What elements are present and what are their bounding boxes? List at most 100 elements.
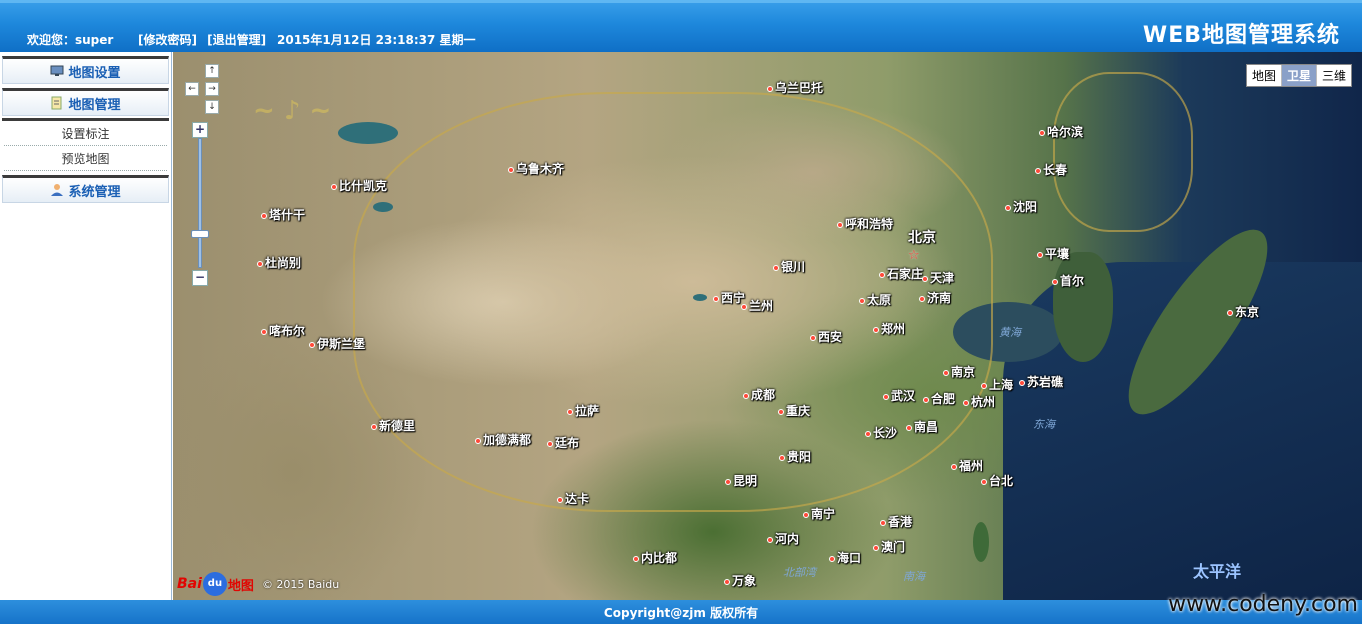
menu-system-management[interactable]: 系统管理 [2, 175, 169, 203]
header-links: [修改密码] [退出管理] [138, 31, 272, 48]
submenu-item-preview-map[interactable]: 预览地图 [4, 146, 167, 171]
city-label[interactable]: 内比都 [633, 549, 677, 566]
baidu-map-logo: Bai du 地图 © 2015 Baidu [177, 572, 339, 596]
city-label[interactable]: 杜尚别 [257, 254, 301, 271]
city-label[interactable]: 伊斯兰堡 [309, 335, 365, 352]
city-marker [261, 328, 267, 335]
map-type-3d[interactable]: 三维 [1315, 65, 1351, 86]
city-label[interactable]: 乌鲁木齐 [508, 160, 564, 177]
city-label[interactable]: 重庆 [778, 402, 810, 419]
city-marker [829, 555, 835, 562]
city-label[interactable]: 台北 [981, 472, 1013, 489]
city-label[interactable]: 平壤 [1037, 245, 1069, 262]
city-label[interactable]: 澳门 [873, 538, 905, 555]
city-label[interactable]: 太原 [859, 291, 891, 308]
menu-map-settings[interactable]: 地图设置 [2, 56, 169, 84]
city-label[interactable]: 香港 [880, 513, 912, 530]
city-marker [331, 183, 337, 190]
city-label[interactable]: 沈阳 [1005, 198, 1037, 215]
document-edit-icon [50, 96, 64, 110]
menu-map-management[interactable]: 地图管理 [2, 88, 169, 116]
city-marker [879, 271, 885, 278]
city-label[interactable]: 福州 [951, 457, 983, 474]
city-label[interactable]: 塔什干 [261, 206, 305, 223]
city-label[interactable]: 昆明 [725, 472, 757, 489]
pan-down-button[interactable]: ↓ [205, 100, 219, 114]
city-marker [557, 496, 563, 503]
capital-star-icon: ☆ [908, 248, 920, 263]
pan-up-button[interactable]: ↑ [205, 64, 219, 78]
zoom-slider-track[interactable] [198, 138, 202, 268]
capital-label[interactable]: 北京 ☆ [908, 227, 936, 263]
city-label[interactable]: 合肥 [923, 390, 955, 407]
city-label[interactable]: 长春 [1035, 161, 1067, 178]
city-marker [475, 437, 481, 444]
city-label[interactable]: 乌兰巴托 [767, 79, 823, 96]
app-title: WEB地图管理系统 [1142, 23, 1340, 48]
city-marker [1052, 278, 1058, 285]
city-marker [803, 511, 809, 518]
logout-link[interactable]: [退出管理] [207, 33, 266, 47]
city-label[interactable]: 石家庄 [879, 265, 923, 282]
welcome-text: 欢迎您：super [27, 33, 114, 47]
city-marker [1019, 379, 1025, 386]
city-label[interactable]: 南京 [943, 363, 975, 380]
city-label[interactable]: 贵阳 [779, 448, 811, 465]
city-label[interactable]: 万象 [724, 572, 756, 589]
city-label[interactable]: 比什凯克 [331, 177, 387, 194]
city-label[interactable]: 济南 [919, 289, 951, 306]
city-label[interactable]: 西安 [810, 328, 842, 345]
city-label[interactable]: 廷布 [547, 434, 579, 451]
submenu-item-set-marker[interactable]: 设置标注 [4, 121, 167, 146]
city-marker [919, 295, 925, 302]
footer-copyright: Copyright@zjm 版权所有 [603, 605, 759, 620]
city-label[interactable]: 喀布尔 [261, 322, 305, 339]
city-label[interactable]: 南昌 [906, 418, 938, 435]
city-marker [1005, 204, 1011, 211]
china-border [353, 92, 993, 512]
city-marker [1227, 309, 1233, 316]
pan-right-button[interactable]: → [205, 82, 219, 96]
city-label[interactable]: 拉萨 [567, 402, 599, 419]
city-marker [963, 399, 969, 406]
zoom-out-button[interactable]: − [192, 270, 208, 286]
city-label[interactable]: 银川 [773, 258, 805, 275]
sea-label: 黄海 [999, 326, 1021, 339]
city-label[interactable]: 海口 [829, 549, 861, 566]
city-label[interactable]: 达卡 [557, 490, 589, 507]
city-label[interactable]: 天津 [922, 269, 954, 286]
header-topline [0, 0, 1362, 3]
city-label[interactable]: 河内 [767, 530, 799, 547]
city-label[interactable]: 南宁 [803, 505, 835, 522]
city-marker [883, 393, 889, 400]
map-type-satellite[interactable]: 卫星 [1280, 65, 1316, 86]
city-label[interactable]: 呼和浩特 [837, 215, 893, 232]
map-canvas[interactable]: ~ ♪ ~ 乌兰巴托 哈尔滨 长春 沈阳 乌鲁木齐 比什凯克 塔什干 呼和浩特 … [173, 52, 1362, 600]
city-label[interactable]: 首尔 [1052, 272, 1084, 289]
map-type-normal[interactable]: 地图 [1247, 65, 1281, 86]
zoom-slider-thumb[interactable] [191, 230, 209, 238]
city-label[interactable]: 哈尔滨 [1039, 123, 1083, 140]
city-label[interactable]: 长沙 [865, 424, 897, 441]
sea-label: 北部湾 [783, 566, 816, 579]
city-label[interactable]: 成都 [743, 386, 775, 403]
city-label[interactable]: 新德里 [371, 417, 415, 434]
city-marker [943, 369, 949, 376]
city-label[interactable]: 东京 [1227, 303, 1259, 320]
menu-map-settings-label: 地图设置 [68, 65, 121, 81]
city-label[interactable]: 上海 [981, 376, 1013, 393]
city-label[interactable]: 武汉 [883, 387, 915, 404]
city-marker [779, 454, 785, 461]
city-label[interactable]: 兰州 [741, 297, 773, 314]
zoom-in-button[interactable]: + [192, 122, 208, 138]
change-password-link[interactable]: [修改密码] [138, 33, 197, 47]
monitor-icon [50, 64, 64, 78]
city-label[interactable]: 加德满都 [475, 431, 531, 448]
city-label[interactable]: 杭州 [963, 393, 995, 410]
city-marker [371, 423, 377, 430]
city-label[interactable]: 苏岩礁 [1019, 373, 1063, 390]
site-watermark: www.codeny.com [1168, 592, 1358, 617]
pan-left-button[interactable]: ← [185, 82, 199, 96]
city-label[interactable]: 郑州 [873, 320, 905, 337]
city-marker [633, 555, 639, 562]
